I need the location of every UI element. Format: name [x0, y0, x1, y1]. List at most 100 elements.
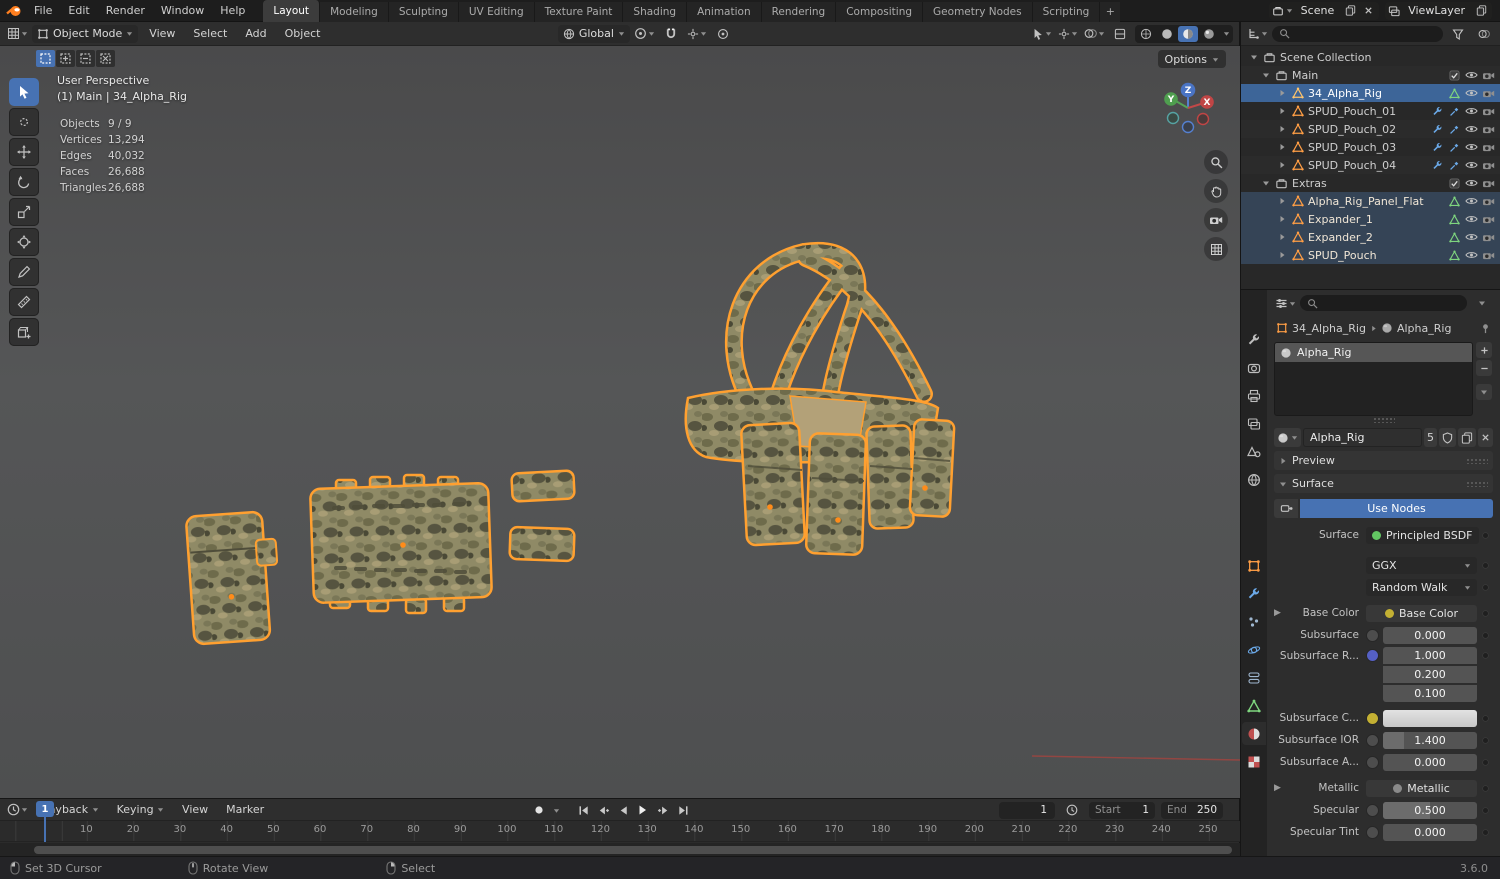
unlink-material-icon[interactable]	[1478, 428, 1493, 447]
filter-funnel-icon[interactable]	[1447, 25, 1469, 43]
add-slot-button[interactable]	[1476, 342, 1492, 358]
outliner-search-input[interactable]	[1272, 25, 1443, 42]
outliner-row-alpha-rig-panel-flat[interactable]: Alpha_Rig_Panel_Flat	[1241, 192, 1500, 210]
workspace-tab-rendering[interactable]: Rendering	[761, 1, 837, 22]
subsurface-radius-z[interactable]: 0.100	[1383, 685, 1477, 702]
menu-add[interactable]: Add	[238, 23, 273, 45]
material-name-field[interactable]: Alpha_Rig	[1303, 428, 1422, 447]
pan-hand-icon[interactable]	[1204, 179, 1228, 203]
specular-slider[interactable]: 0.500	[1383, 801, 1477, 819]
decorator-dot[interactable]	[1477, 531, 1493, 539]
tool-cursor[interactable]	[9, 108, 39, 136]
hide-eye-icon[interactable]	[1464, 122, 1479, 137]
tool-screwdriver-icon[interactable]	[1447, 104, 1462, 119]
new-scene-button[interactable]	[1342, 3, 1358, 19]
options-button[interactable]: Options	[1157, 50, 1226, 68]
outliner-editor-type-selector[interactable]	[1246, 25, 1268, 43]
select-mode-extend[interactable]	[56, 50, 75, 67]
play-button[interactable]	[634, 801, 652, 819]
next-keyframe-button[interactable]	[654, 801, 672, 819]
decorator-dot[interactable]	[1477, 828, 1493, 836]
menu-marker[interactable]: Marker	[219, 799, 271, 821]
outliner-row-collection-extras[interactable]: Extras	[1241, 174, 1500, 192]
exclude-checkbox-icon[interactable]	[1447, 176, 1462, 191]
modifier-wrench-icon[interactable]	[1430, 122, 1445, 137]
outliner-row-spud-pouch-01[interactable]: SPUD_Pouch_01	[1241, 102, 1500, 120]
subsurface-radius-x[interactable]: 1.000	[1383, 647, 1477, 664]
disable-render-camera-icon[interactable]	[1481, 176, 1496, 191]
panel-object[interactable]	[309, 473, 493, 615]
hide-eye-icon[interactable]	[1464, 176, 1479, 191]
disclosure-down-icon[interactable]	[1261, 179, 1271, 187]
camera-view-icon[interactable]	[1204, 208, 1228, 232]
subsurface-anisotropy-slider[interactable]: 0.000	[1383, 753, 1477, 771]
disclosure-right-icon[interactable]	[1277, 161, 1287, 169]
keying-set-dropdown[interactable]	[550, 801, 562, 819]
tab-material[interactable]	[1242, 722, 1266, 745]
properties-editor-type-selector[interactable]	[1274, 294, 1296, 312]
disclosure-right-icon[interactable]	[1277, 89, 1287, 97]
tab-tool[interactable]	[1242, 328, 1266, 351]
jump-to-end-button[interactable]	[674, 801, 692, 819]
disclosure-right-icon[interactable]	[1277, 125, 1287, 133]
modifier-wrench-icon[interactable]	[1430, 140, 1445, 155]
tool-scale[interactable]	[9, 198, 39, 226]
disclosure-down-icon[interactable]	[1261, 71, 1271, 79]
outliner-row-34-alpha-rig[interactable]: 34_Alpha_Rig	[1241, 84, 1500, 102]
menu-window[interactable]: Window	[153, 0, 212, 22]
remove-scene-button[interactable]	[1360, 3, 1376, 19]
tab-texture[interactable]	[1242, 750, 1266, 773]
tab-view-layer[interactable]	[1242, 412, 1266, 435]
strap-object-2[interactable]	[508, 525, 576, 563]
viewport-3d[interactable]: Object Mode View Select Add Object Globa…	[0, 22, 1240, 798]
selectability-dropdown[interactable]	[1031, 25, 1053, 43]
pouch-object[interactable]	[185, 510, 283, 646]
mesh-data-icon[interactable]	[1447, 212, 1462, 227]
decorator-dot[interactable]	[1477, 631, 1493, 639]
hide-eye-icon[interactable]	[1464, 248, 1479, 263]
menu-file[interactable]: File	[26, 0, 60, 22]
transform-orientation-selector[interactable]: Global	[557, 24, 630, 43]
panel-grip[interactable]	[1466, 457, 1488, 464]
strap-object-1[interactable]	[510, 469, 576, 503]
modifier-wrench-icon[interactable]	[1430, 158, 1445, 173]
decorator-dot[interactable]	[1477, 736, 1493, 744]
disclosure-right-icon[interactable]	[1277, 197, 1287, 205]
select-mode-subtract[interactable]	[76, 50, 95, 67]
disable-render-camera-icon[interactable]	[1481, 158, 1496, 173]
end-frame-field[interactable]: End 250	[1161, 801, 1223, 819]
material-slot-row[interactable]: Alpha_Rig	[1275, 343, 1472, 362]
overlays-dropdown[interactable]	[1083, 25, 1105, 43]
expand-arrow-icon[interactable]: ▶	[1274, 783, 1281, 793]
perspective-toggle-icon[interactable]	[1204, 237, 1228, 261]
use-nodes-button[interactable]: Use Nodes	[1300, 499, 1493, 518]
disable-render-camera-icon[interactable]	[1481, 248, 1496, 263]
tab-object-data[interactable]	[1242, 694, 1266, 717]
decorator-dot[interactable]	[1477, 609, 1493, 617]
tab-object[interactable]	[1242, 554, 1266, 577]
disable-render-camera-icon[interactable]	[1481, 230, 1496, 245]
decorator-dot[interactable]	[1477, 561, 1493, 569]
blender-logo-icon[interactable]	[0, 0, 26, 22]
fake-user-shield-icon[interactable]	[1439, 428, 1456, 447]
tool-annotate[interactable]	[9, 258, 39, 286]
navigation-gizmo[interactable]: Z Y X	[1160, 80, 1216, 136]
disclosure-right-icon[interactable]	[1277, 107, 1287, 115]
disable-render-camera-icon[interactable]	[1481, 194, 1496, 209]
zoom-icon[interactable]	[1204, 150, 1228, 174]
new-material-copy-icon[interactable]	[1458, 428, 1476, 447]
disclosure-right-icon[interactable]	[1277, 233, 1287, 241]
outliner-row-spud-pouch[interactable]: SPUD_Pouch	[1241, 246, 1500, 264]
select-mode-invert[interactable]	[96, 50, 115, 67]
distribution-selector[interactable]: GGX	[1366, 556, 1477, 574]
scene-selector[interactable]: Scene	[1268, 1, 1380, 20]
socket-icon[interactable]	[1366, 628, 1379, 642]
hide-eye-icon[interactable]	[1464, 140, 1479, 155]
current-frame-field[interactable]: 1	[999, 801, 1055, 819]
tool-screwdriver-icon[interactable]	[1447, 140, 1462, 155]
mesh-data-icon[interactable]	[1447, 248, 1462, 263]
menu-keying[interactable]: Keying	[110, 799, 171, 821]
panel-grip[interactable]	[1466, 480, 1488, 487]
tab-particles[interactable]	[1242, 610, 1266, 633]
menu-view[interactable]: View	[142, 23, 182, 45]
